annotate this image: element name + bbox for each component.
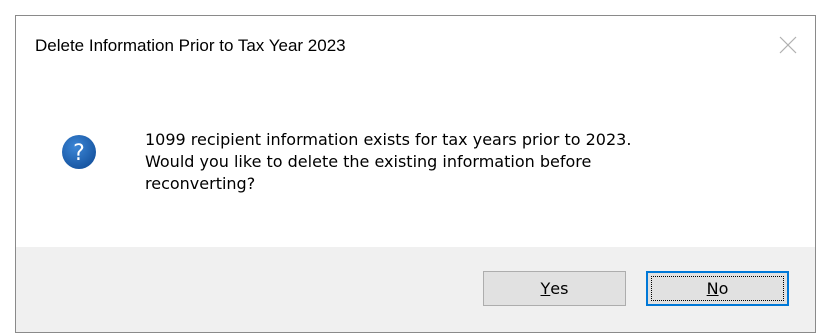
no-button[interactable]: No [646,271,789,306]
yes-button-mnemonic: Y [540,279,551,298]
dialog-title: Delete Information Prior to Tax Year 202… [35,36,346,55]
button-bar: Yes No [16,247,815,332]
close-icon [779,36,797,54]
dialog-content: ? 1099 recipient information exists for … [16,78,815,247]
title-bar: Delete Information Prior to Tax Year 202… [16,16,815,78]
dialog-message: 1099 recipient information exists for ta… [145,130,632,193]
close-button[interactable] [773,30,803,60]
dialog-window: Delete Information Prior to Tax Year 202… [15,15,816,333]
question-icon: ? [62,135,96,169]
yes-button[interactable]: Yes [483,271,626,306]
yes-button-label: es [550,279,569,298]
no-button-mnemonic: N [706,279,719,298]
no-button-label: o [718,279,729,298]
svg-text:?: ? [73,141,85,166]
